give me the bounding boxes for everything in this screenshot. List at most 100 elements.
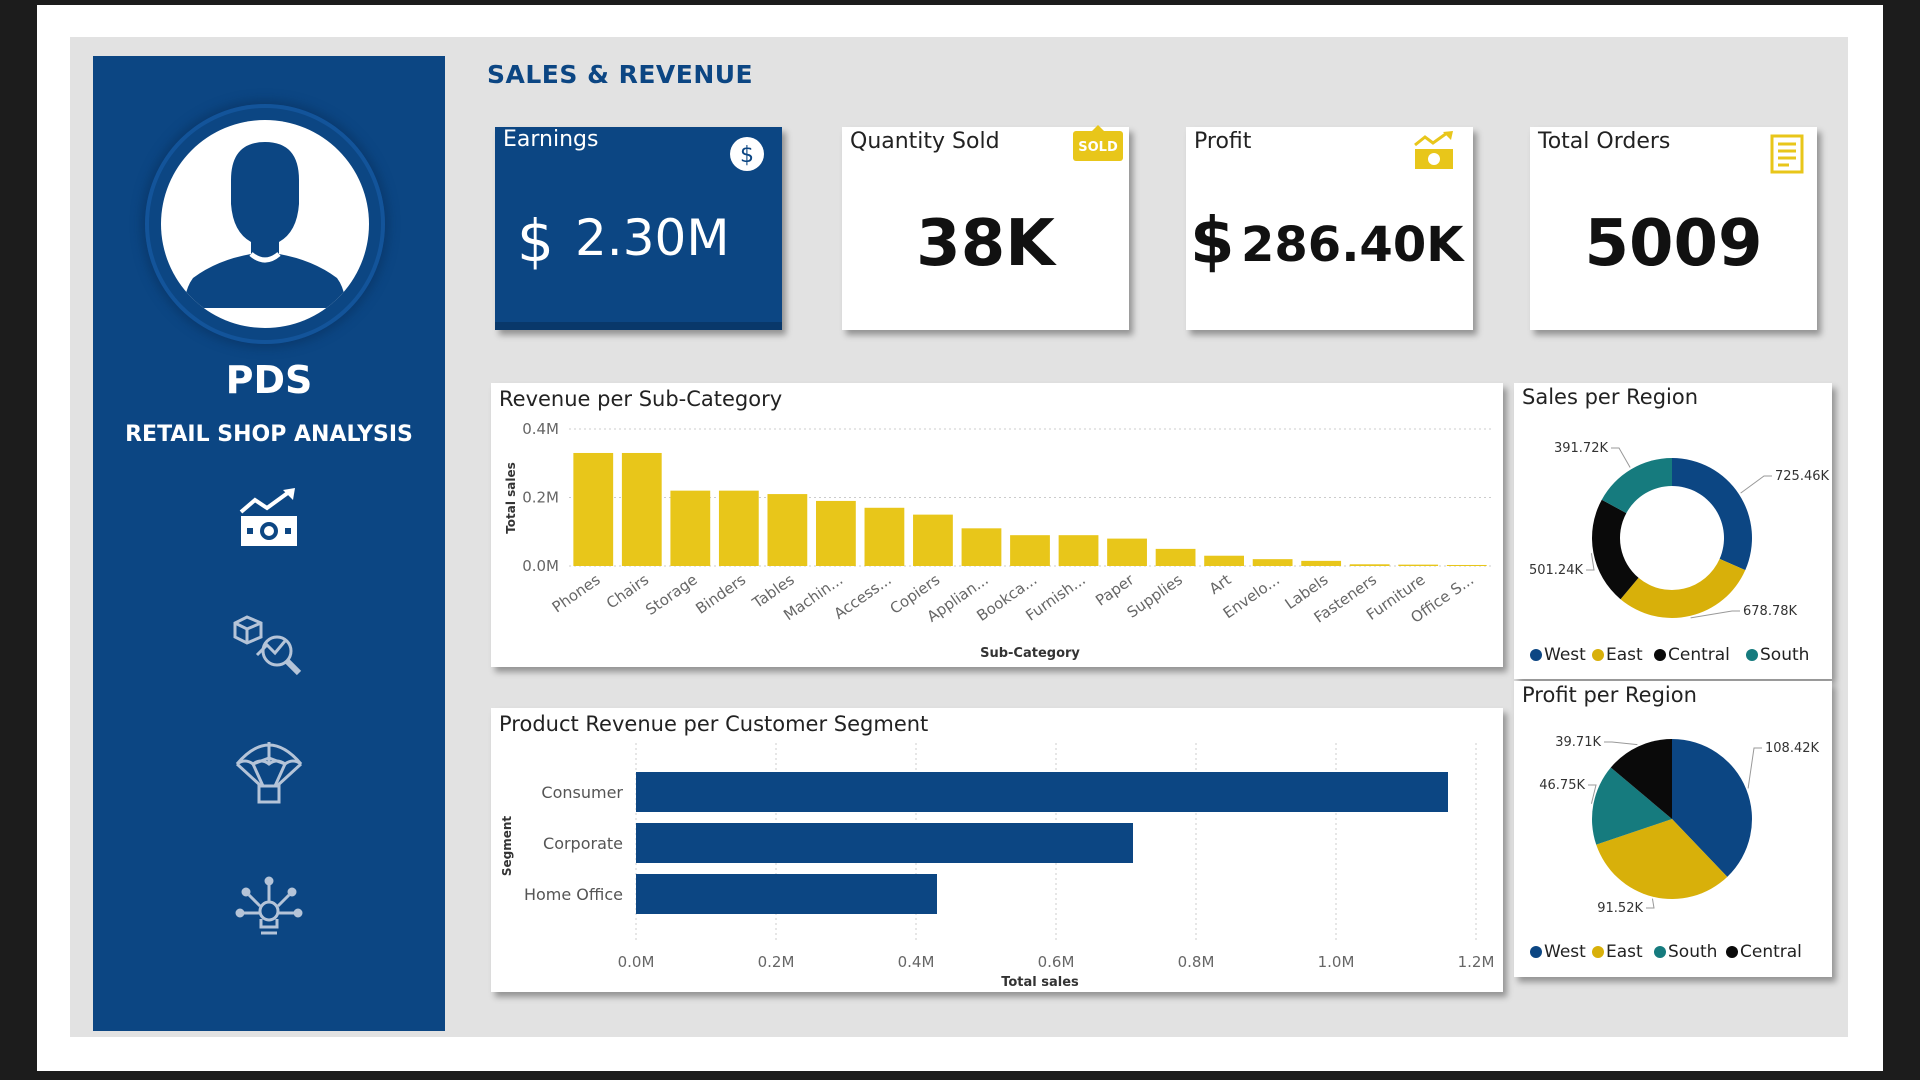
earnings-currency: $: [517, 207, 554, 275]
bar: [1107, 538, 1147, 566]
y-tick-label: 0.0M: [522, 557, 559, 575]
profit-card[interactable]: Profit $ 286.40K: [1186, 127, 1473, 330]
idea-network-icon[interactable]: [233, 871, 305, 943]
avatar-ring: [145, 104, 385, 344]
svg-text:$: $: [740, 143, 754, 168]
revenue-subcategory-chart[interactable]: Revenue per Sub-Category 0.0M 0.2M 0.4M Pho…: [491, 383, 1503, 667]
dollar-coin-icon: $: [730, 137, 764, 175]
product-analytics-icon[interactable]: [233, 611, 305, 683]
bar: [1252, 559, 1293, 566]
brand-subtitle: RETAIL SHOP ANALYSIS: [125, 422, 413, 447]
bar: [636, 772, 1448, 812]
bar: [864, 507, 905, 566]
total-orders-label: Total Orders: [1538, 129, 1671, 154]
money-growth-icon[interactable]: [233, 486, 305, 558]
data-label: 678.78K: [1743, 604, 1797, 619]
data-label: 46.75K: [1539, 778, 1585, 793]
brand-title: PDS: [225, 358, 313, 402]
bar: [913, 514, 953, 566]
bar: [767, 494, 808, 566]
bar: [1349, 564, 1390, 566]
bar: [1204, 555, 1245, 566]
parachute-delivery-icon[interactable]: [233, 734, 305, 806]
total-orders-card[interactable]: Total Orders 5009: [1530, 127, 1817, 330]
legend-marker: [1530, 649, 1542, 661]
legend-label: West: [1544, 645, 1586, 665]
x-tick-label: 0.2M: [758, 953, 795, 971]
profit-label: Profit: [1194, 129, 1252, 154]
bar: [1058, 535, 1099, 566]
x-axis-title: Total sales: [1001, 975, 1079, 990]
revenue-subcategory-plot: 0.0M0.2M0.4MPhones ChairsStorageBinders Ta…: [504, 420, 1491, 661]
profit-value: 286.40K: [1241, 217, 1464, 273]
quantity-sold-card[interactable]: Quantity Sold SOLD 38K: [842, 125, 1129, 330]
leader-line: [1611, 447, 1631, 468]
segment-revenue-chart[interactable]: Product Revenue per Customer Segment 0.0…: [491, 708, 1503, 992]
bar: [1446, 564, 1487, 566]
legend-label: South: [1760, 645, 1809, 665]
data-label: 725.46K: [1775, 469, 1829, 484]
earnings-label: Earnings: [503, 127, 599, 152]
data-label: 91.52K: [1597, 901, 1643, 916]
bar: [636, 823, 1133, 863]
legend-marker: [1592, 946, 1604, 958]
y-axis-title: Segment: [500, 816, 514, 877]
sidebar: PDS RETAIL SHOP ANALYSIS: [93, 56, 445, 1031]
pie-slice: [1601, 458, 1672, 514]
data-label: 39.71K: [1555, 735, 1601, 750]
legend-marker: [1592, 649, 1604, 661]
segment-revenue-plot: 0.0M 0.2M 0.4M 0.6M 0.8M 1.0M 1.2M Consumer Corp…: [500, 743, 1494, 990]
leader-line: [1740, 475, 1772, 494]
legend-label: Central: [1740, 942, 1802, 962]
y-axis-title: Total sales: [504, 462, 518, 534]
legend-marker: [1726, 946, 1738, 958]
legend-label: East: [1606, 645, 1643, 665]
x-tick-label: 0.4M: [898, 953, 935, 971]
bar: [573, 452, 614, 566]
y-tick-label: 0.2M: [522, 489, 559, 507]
y-tick-label: Corporate: [543, 834, 623, 853]
y-tick-label: 0.4M: [522, 420, 559, 438]
data-label: 501.24K: [1529, 563, 1583, 578]
bar: [815, 500, 856, 566]
bar: [1398, 564, 1439, 566]
leader-line: [1747, 747, 1762, 789]
x-tick-label: Storage: [642, 571, 700, 619]
sales-region-chart[interactable]: Sales per Region 725.46K 678.78K 501.24K 39…: [1514, 383, 1832, 679]
x-tick-label: Phones: [549, 570, 604, 616]
legend-marker: [1746, 649, 1758, 661]
sold-tag-icon: SOLD: [1071, 123, 1125, 167]
leader-line: [1586, 553, 1595, 571]
leader-line: [1604, 741, 1638, 746]
x-tick-label: Art: [1206, 570, 1235, 598]
legend-label: East: [1606, 942, 1643, 962]
x-axis-title: Sub-Category: [980, 646, 1080, 661]
quantity-sold-value: 38K: [916, 207, 1055, 281]
pie-slice: [1592, 499, 1639, 600]
receipt-icon: [1769, 133, 1805, 179]
earnings-value: 2.30M: [575, 209, 730, 267]
bar: [621, 452, 662, 566]
legend-marker: [1530, 946, 1542, 958]
bar: [718, 490, 759, 566]
avatar: [161, 120, 369, 328]
legend-marker: [1654, 649, 1666, 661]
bar: [636, 874, 937, 914]
legend-label: South: [1668, 942, 1717, 962]
quantity-sold-label: Quantity Sold: [850, 129, 1000, 154]
x-tick-label: 0.6M: [1038, 953, 1075, 971]
profit-region-plot: 108.42K 91.52K 46.75K 39.71K West East South Ce…: [1530, 735, 1819, 962]
profit-region-chart[interactable]: Profit per Region 108.42K 91.52K 46.75K 39.…: [1514, 681, 1832, 977]
profit-currency: $: [1190, 205, 1235, 279]
legend-label: West: [1544, 942, 1586, 962]
bar: [1010, 535, 1050, 566]
total-orders-value: 5009: [1584, 207, 1763, 281]
y-tick-label: Consumer: [541, 783, 623, 802]
bar: [1155, 548, 1196, 566]
legend-label: Central: [1668, 645, 1730, 665]
earnings-card[interactable]: Earnings $ $ 2.30M: [495, 127, 782, 330]
x-tick-label: 0.0M: [618, 953, 655, 971]
page-title: SALES & REVENUE: [487, 60, 754, 89]
data-label: 391.72K: [1554, 441, 1608, 456]
bar: [1301, 560, 1342, 566]
